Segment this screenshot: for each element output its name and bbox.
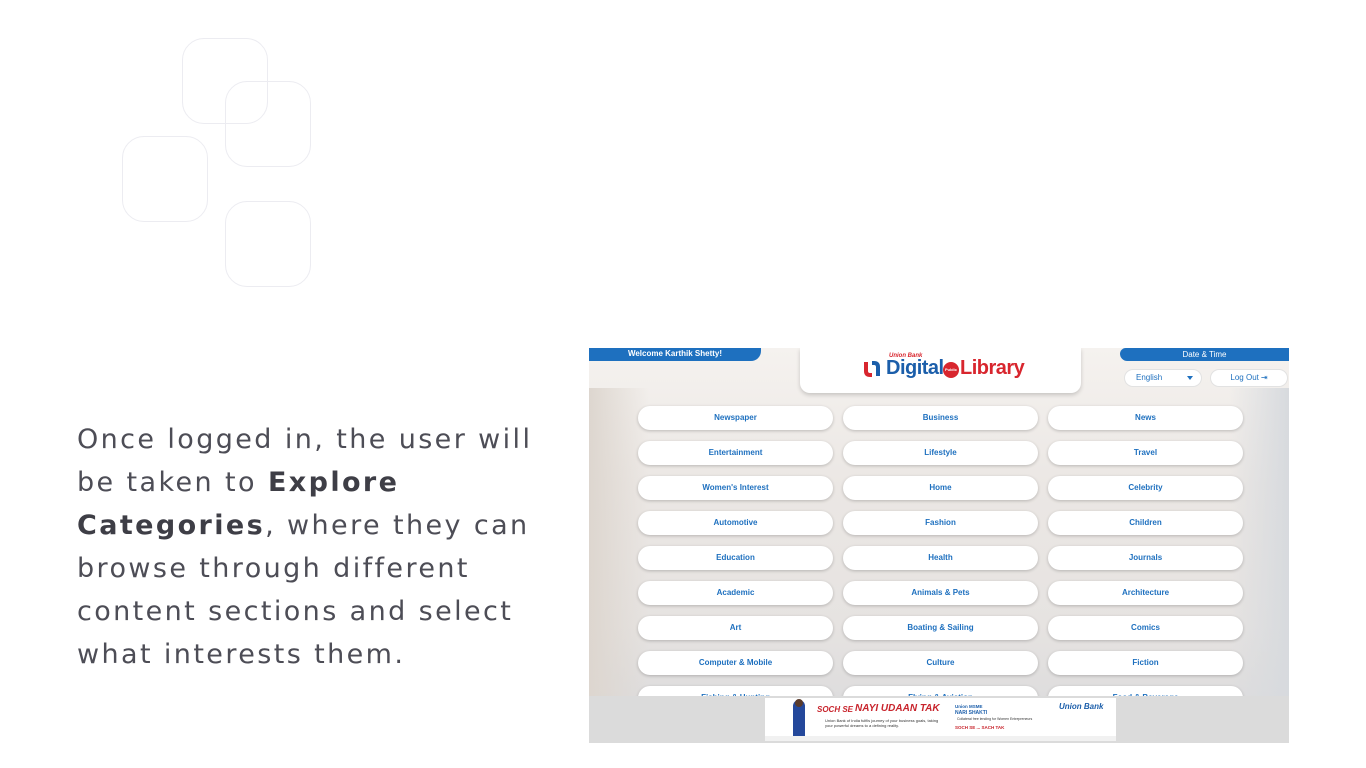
caption-text: Once logged in, the user will be taken t… <box>77 418 547 676</box>
ad-banner[interactable]: SOCH SE NAYI UDAAN TAK Union Bank of Ind… <box>765 698 1116 741</box>
category-button[interactable]: Art <box>638 616 833 640</box>
category-button[interactable]: Fiction <box>1048 651 1243 675</box>
app-logo: Union Bank Digital Public Library <box>800 348 1081 393</box>
category-button[interactable]: Newspaper <box>638 406 833 430</box>
category-button[interactable]: Boating & Sailing <box>843 616 1038 640</box>
category-button[interactable]: Business <box>843 406 1038 430</box>
logout-icon: ⇥ <box>1260 373 1268 382</box>
welcome-banner: Welcome Karthik Shetty! <box>589 348 761 361</box>
category-button[interactable]: Education <box>638 546 833 570</box>
category-button[interactable]: Lifestyle <box>843 441 1038 465</box>
category-grid: Newspaper Business News Entertainment Lifest… <box>638 406 1244 710</box>
decorative-square <box>225 81 311 167</box>
category-button[interactable]: News <box>1048 406 1243 430</box>
banner-description: Union Bank of India fulfils journey of y… <box>825 718 939 728</box>
category-button[interactable]: Children <box>1048 511 1243 535</box>
category-button[interactable]: Celebrity <box>1048 476 1243 500</box>
banner-tagline-1: SOCH SE <box>817 705 854 714</box>
union-bank-logo-icon <box>864 361 880 377</box>
category-button[interactable]: Home <box>843 476 1038 500</box>
banner-scheme-detail: Collateral free lending for Women Entrep… <box>957 717 1033 721</box>
category-button[interactable]: Culture <box>843 651 1038 675</box>
category-button[interactable]: Entertainment <box>638 441 833 465</box>
banner-footer <box>765 736 1116 741</box>
banner-scheme-title: NARI SHAKTI <box>955 710 988 716</box>
decorative-square <box>225 201 311 287</box>
category-button[interactable]: Health <box>843 546 1038 570</box>
banner-logo: Union Bank <box>1059 702 1104 711</box>
category-button[interactable]: Architecture <box>1048 581 1243 605</box>
logo-library: Library <box>960 357 1025 379</box>
logo-digital: Digital <box>886 357 944 379</box>
decorative-square <box>122 136 208 222</box>
chevron-down-icon <box>1187 376 1193 380</box>
category-button[interactable]: Academic <box>638 581 833 605</box>
category-button[interactable]: Comics <box>1048 616 1243 640</box>
logout-button[interactable]: Log Out ⇥ <box>1210 369 1288 387</box>
category-button[interactable]: Women's Interest <box>638 476 833 500</box>
language-value: English <box>1136 373 1163 382</box>
category-button[interactable]: Animals & Pets <box>843 581 1038 605</box>
date-time-banner: Date & Time <box>1120 348 1289 361</box>
language-select[interactable]: English <box>1124 369 1202 387</box>
logout-label: Log Out <box>1230 373 1259 382</box>
category-button[interactable]: Journals <box>1048 546 1243 570</box>
banner-scheme-label: Union MSME <box>955 704 983 709</box>
category-button[interactable]: Computer & Mobile <box>638 651 833 675</box>
category-button[interactable]: Travel <box>1048 441 1243 465</box>
banner-slogan: SOCH SE ... SACH TAK <box>955 725 1005 730</box>
category-button[interactable]: Fashion <box>843 511 1038 535</box>
category-button[interactable]: Automotive <box>638 511 833 535</box>
banner-tagline-2: NAYI UDAAN TAK <box>855 703 940 714</box>
app-screenshot: Welcome Karthik Shetty! Date & Time Unio… <box>589 348 1289 743</box>
ad-banner-strip: SOCH SE NAYI UDAAN TAK Union Bank of Ind… <box>589 696 1289 743</box>
logo-public-badge: Public <box>943 362 959 378</box>
banner-person-image <box>793 699 805 738</box>
